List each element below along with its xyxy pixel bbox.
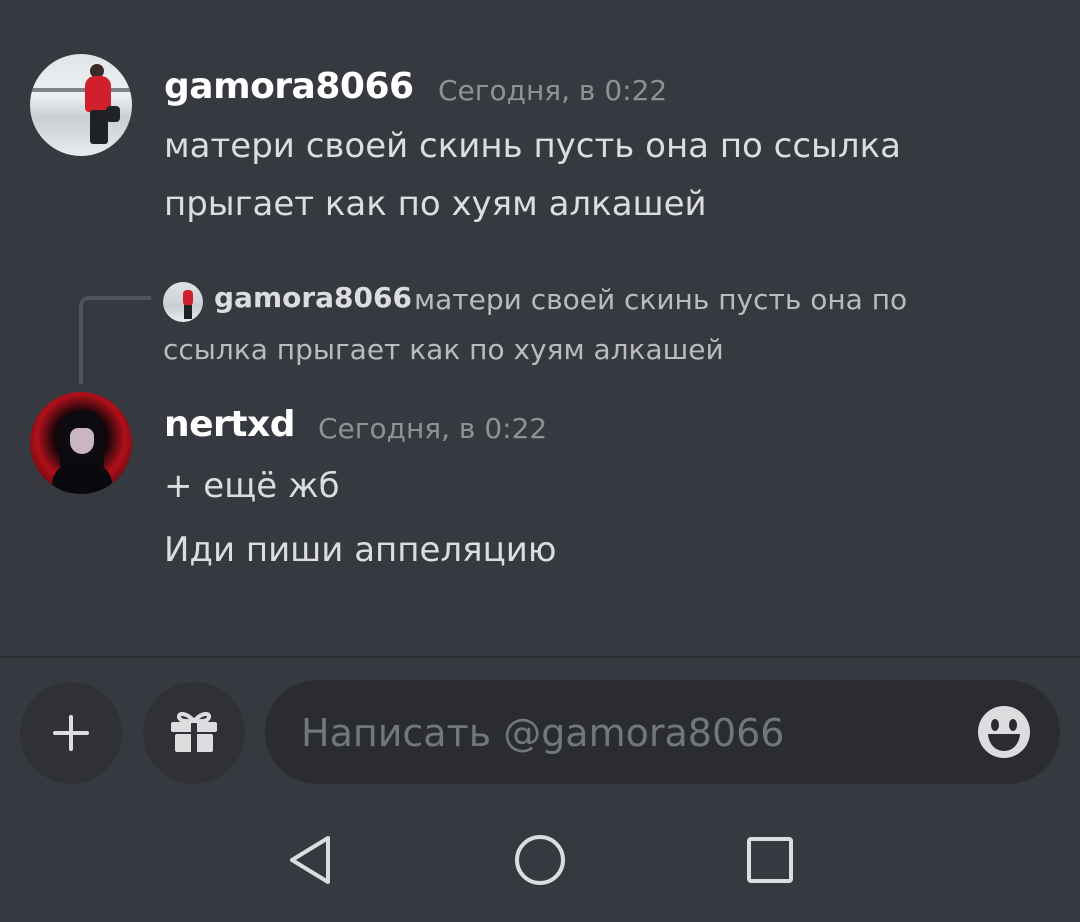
avatar[interactable] xyxy=(30,392,132,494)
message-timestamp: Сегодня, в 0:22 xyxy=(438,74,668,107)
recents-button[interactable] xyxy=(742,834,798,890)
back-button[interactable] xyxy=(282,834,338,890)
gift-icon xyxy=(168,708,220,758)
message-text-line: прыгает как по хуям алкашей xyxy=(164,184,707,224)
message-input-container[interactable] xyxy=(265,680,1060,786)
message-text-line: + ещё жб xyxy=(164,466,340,506)
avatar[interactable] xyxy=(30,54,132,156)
clipped-previous-message xyxy=(410,0,670,6)
chat-messages: gamora8066 Сегодня, в 0:22 матери своей … xyxy=(0,0,1080,656)
reply-text-line[interactable]: ссылка прыгает как по хуям алкашей xyxy=(163,326,724,374)
reply-username[interactable]: gamora8066 xyxy=(214,281,412,314)
message-username[interactable]: gamora8066 xyxy=(164,66,414,107)
message-timestamp: Сегодня, в 0:22 xyxy=(318,412,548,445)
home-icon xyxy=(513,833,567,891)
gift-button[interactable] xyxy=(143,682,245,784)
message-text-line: матери своей скинь пусть она по ссылка xyxy=(164,126,901,166)
emoji-icon[interactable] xyxy=(977,705,1031,759)
home-button[interactable] xyxy=(512,834,568,890)
back-icon xyxy=(286,834,334,890)
attach-button[interactable] xyxy=(20,682,122,784)
message-username[interactable]: nertxd xyxy=(164,404,296,445)
message-input[interactable] xyxy=(299,680,963,786)
reply-spine xyxy=(79,296,151,384)
message-composer xyxy=(0,656,1080,922)
reply-avatar[interactable] xyxy=(163,282,203,322)
reply-text-line[interactable]: матери своей скинь пусть она по xyxy=(414,276,907,324)
recents-icon xyxy=(745,835,795,889)
plus-icon xyxy=(53,715,89,751)
message-text-line: Иди пиши аппеляцию xyxy=(164,530,557,570)
